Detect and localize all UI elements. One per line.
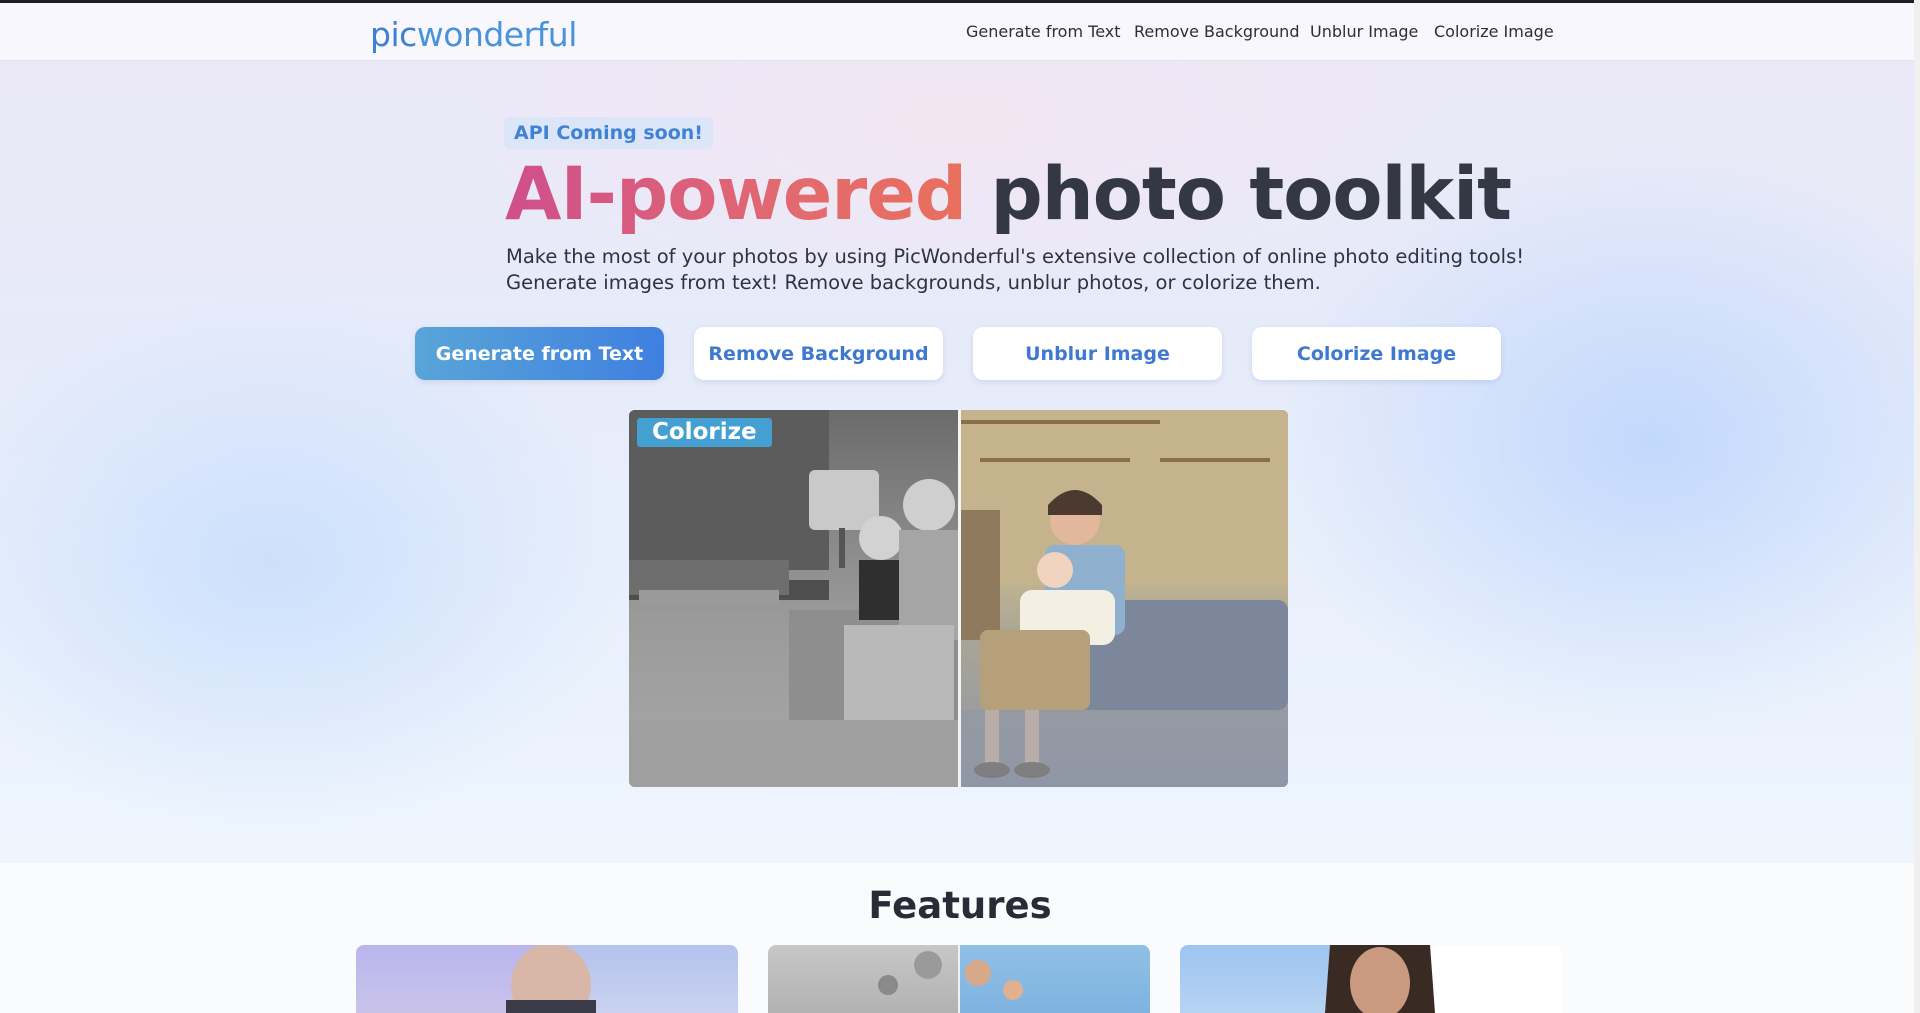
hero-description-line-1: Make the most of your photos by using Pi…: [506, 245, 1525, 268]
colorize-image-button[interactable]: Colorize Image: [1252, 327, 1501, 380]
api-coming-soon-badge: API Coming soon!: [504, 117, 713, 149]
colorize-before-after-showcase[interactable]: Colorize: [629, 410, 1288, 787]
nav-colorize-image[interactable]: Colorize Image: [1434, 22, 1554, 41]
generate-from-text-button[interactable]: Generate from Text: [415, 327, 664, 380]
page-scrollbar[interactable]: [1914, 0, 1920, 1013]
site-header: picwonderful Generate from Text Remove B…: [0, 3, 1920, 61]
before-photo-grayscale: [629, 410, 958, 787]
woman-portrait-illustration: [1325, 945, 1435, 1013]
after-photo-colorized: [960, 410, 1288, 787]
nav-unblur-image[interactable]: Unblur Image: [1310, 22, 1418, 41]
feature-card-remove-background[interactable]: [356, 945, 738, 1013]
logo-text-pic: pic: [370, 15, 417, 54]
feature-card-colorize[interactable]: [768, 945, 1150, 1013]
nav-remove-background[interactable]: Remove Background: [1134, 22, 1299, 41]
hero-description-line-2: Generate images from text! Remove backgr…: [506, 271, 1321, 294]
logo-text-wonderful: wonderful: [416, 15, 578, 54]
hero-headline: AI-powered photo toolkit: [505, 148, 1513, 242]
remove-background-button[interactable]: Remove Background: [694, 327, 943, 380]
portrait-silhouette-illustration: [506, 945, 596, 1013]
unblur-image-button[interactable]: Unblur Image: [973, 327, 1222, 380]
features-heading: Features: [868, 884, 1052, 927]
site-logo[interactable]: picwonderful: [370, 15, 577, 54]
nav-generate-from-text[interactable]: Generate from Text: [966, 22, 1121, 41]
colorized-scene-illustration: [960, 410, 1288, 787]
headline-rest: photo toolkit: [990, 152, 1513, 237]
family-photo-illustration: [878, 951, 1023, 1000]
grayscale-scene-illustration: [629, 410, 958, 787]
comparison-slider-handle[interactable]: [958, 410, 961, 787]
headline-accent: AI-powered: [505, 152, 967, 237]
feature-card-unblur[interactable]: [1180, 945, 1562, 1013]
colorize-label-tag: Colorize: [637, 418, 772, 447]
